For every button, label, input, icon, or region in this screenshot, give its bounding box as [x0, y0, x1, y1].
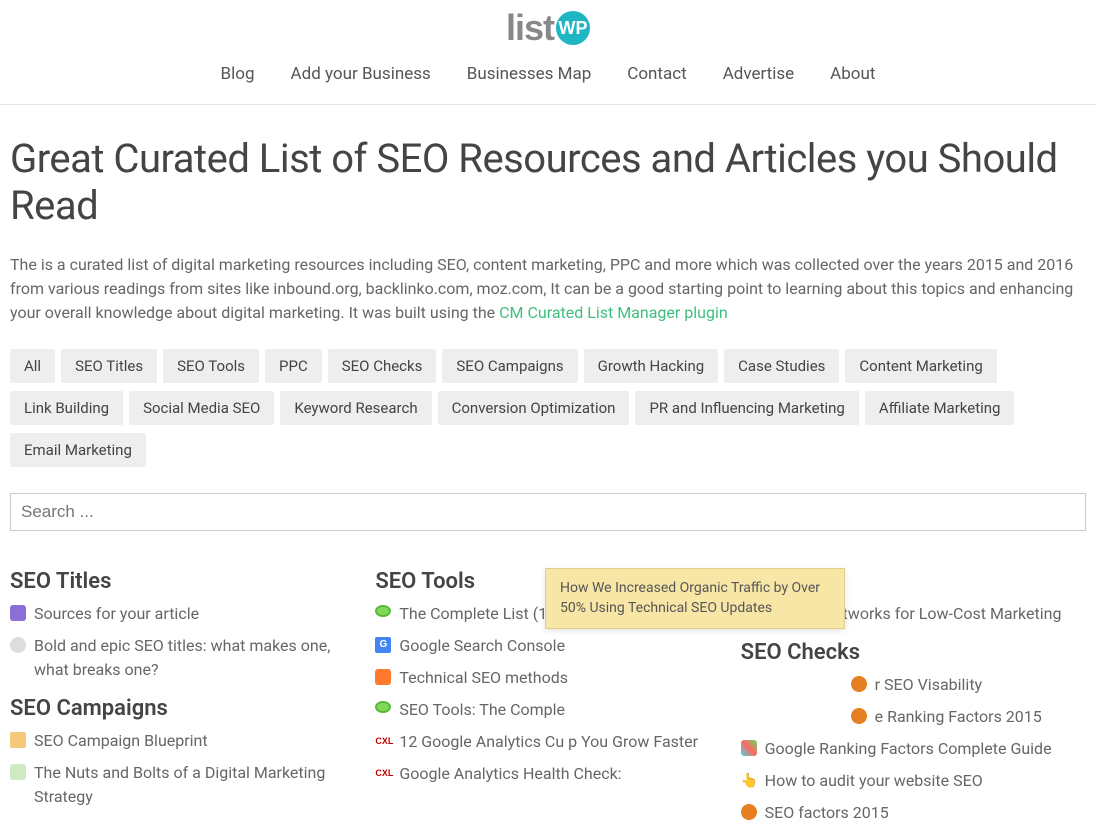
page-title: Great Curated List of SEO Resources and …	[10, 135, 1086, 229]
resource-item-text: Bold and epic SEO titles: what makes one…	[34, 634, 355, 682]
intro-link[interactable]: CM Curated List Manager plugin	[499, 303, 728, 322]
filter-tag[interactable]: PPC	[265, 349, 322, 383]
nav-link[interactable]: Add your Business	[291, 64, 431, 84]
nav-link[interactable]: Businesses Map	[467, 64, 591, 84]
resource-item-text: SEO Campaign Blueprint	[34, 729, 208, 753]
resource-item-text: 12 Google Analytics Cu p You Grow Faster	[399, 730, 698, 754]
resource-item-text: How to audit your website SEO	[765, 769, 983, 793]
search-input[interactable]	[10, 493, 1086, 531]
nav-link[interactable]: Advertise	[723, 64, 794, 84]
chart-icon	[741, 740, 757, 756]
resource-item[interactable]: Technical SEO methods	[375, 666, 720, 690]
site-header: list WP	[0, 0, 1096, 46]
resource-item-text: SEO Tools: The Comple	[399, 698, 565, 722]
g-icon: G	[375, 637, 391, 653]
filter-tag[interactable]: Growth Hacking	[584, 349, 719, 383]
category-title: SEO Campaigns	[10, 696, 355, 721]
resource-item-text: The Nuts and Bolts of a Digital Marketin…	[34, 761, 355, 809]
category-title: SEO Titles	[10, 569, 355, 594]
warn-icon	[851, 708, 867, 724]
resource-item-text: SEO factors 2015	[765, 801, 889, 825]
filter-tag[interactable]: SEO Campaigns	[442, 349, 577, 383]
user-icon	[10, 732, 26, 748]
nav-link[interactable]: Contact	[627, 64, 686, 84]
cxl-icon: CXL	[375, 733, 391, 749]
filter-tag[interactable]: SEO Titles	[61, 349, 157, 383]
leaf-icon	[375, 701, 391, 713]
filter-tag[interactable]: Social Media SEO	[129, 391, 274, 425]
resource-item[interactable]: 👆 How to audit your website SEO	[741, 769, 1086, 793]
resource-item-text: Google Search Console	[399, 634, 565, 658]
resource-item-text: Google Ranking Factors Complete Guide	[765, 737, 1052, 761]
book-icon	[10, 764, 26, 780]
leaf-icon	[375, 605, 391, 617]
cxl-icon: CXL	[375, 765, 391, 781]
item-tooltip: How We Increased Organic Traffic by Over…	[545, 568, 845, 629]
nav-link[interactable]: About	[830, 64, 875, 84]
column: SEO Titles Sources for your article Bold a…	[10, 555, 355, 833]
category-filters: AllSEO TitlesSEO ToolsPPCSEO ChecksSEO C…	[10, 349, 1086, 475]
resource-item[interactable]: CXL 12 Google Analytics Cu p You Grow Fas…	[375, 730, 720, 754]
crown-icon	[10, 605, 26, 621]
resource-item-text: e Ranking Factors 2015	[875, 705, 1042, 729]
filter-tag[interactable]: Conversion Optimization	[438, 391, 630, 425]
resource-item[interactable]: SEO Tools: The Comple	[375, 698, 720, 722]
filter-tag[interactable]: Link Building	[10, 391, 123, 425]
resource-item[interactable]: CXL Google Analytics Health Check:	[375, 762, 720, 786]
resource-item[interactable]: e Ranking Factors 2015	[741, 705, 1086, 729]
resource-item-text: Google Analytics Health Check:	[399, 762, 621, 786]
resource-item[interactable]: The Nuts and Bolts of a Digital Marketin…	[10, 761, 355, 809]
globe-icon	[10, 637, 26, 653]
filter-tag[interactable]: Email Marketing	[10, 433, 146, 467]
resource-item[interactable]: Sources for your article	[10, 602, 355, 626]
resource-item-text: Technical SEO methods	[399, 666, 568, 690]
category-title: SEO Checks	[741, 640, 1086, 665]
filter-tag[interactable]: PR and Influencing Marketing	[635, 391, 858, 425]
resource-item[interactable]: Google Ranking Factors Complete Guide	[741, 737, 1086, 761]
filter-tag[interactable]: Content Marketing	[845, 349, 996, 383]
filter-tag[interactable]: SEO Checks	[328, 349, 437, 383]
filter-tag[interactable]: Keyword Research	[280, 391, 431, 425]
warn-icon	[851, 676, 867, 692]
resource-item-text: Sources for your article	[34, 602, 199, 626]
site-logo[interactable]: list WP	[506, 10, 590, 46]
filter-tag[interactable]: SEO Tools	[163, 349, 259, 383]
resource-item[interactable]: SEO factors 2015	[741, 801, 1086, 825]
logo-text: list	[506, 10, 554, 46]
hub-icon	[375, 669, 391, 685]
logo-bubble-icon: WP	[556, 11, 590, 45]
warn-icon	[741, 804, 757, 820]
filter-tag[interactable]: Case Studies	[724, 349, 839, 383]
filter-tag[interactable]: All	[10, 349, 55, 383]
hand-icon: 👆	[741, 772, 757, 788]
nav-link[interactable]: Blog	[221, 64, 255, 84]
resource-item[interactable]: SEO Campaign Blueprint	[10, 729, 355, 753]
intro-paragraph: The is a curated list of digital marketi…	[10, 253, 1086, 325]
filter-tag[interactable]: Affiliate Marketing	[865, 391, 1015, 425]
main-nav: Blog Add your Business Businesses Map Conta…	[0, 46, 1096, 105]
page-content: Great Curated List of SEO Resources and …	[0, 105, 1096, 833]
resource-item[interactable]: Bold and epic SEO titles: what makes one…	[10, 634, 355, 682]
resource-item[interactable]: G Google Search Console	[375, 634, 720, 658]
